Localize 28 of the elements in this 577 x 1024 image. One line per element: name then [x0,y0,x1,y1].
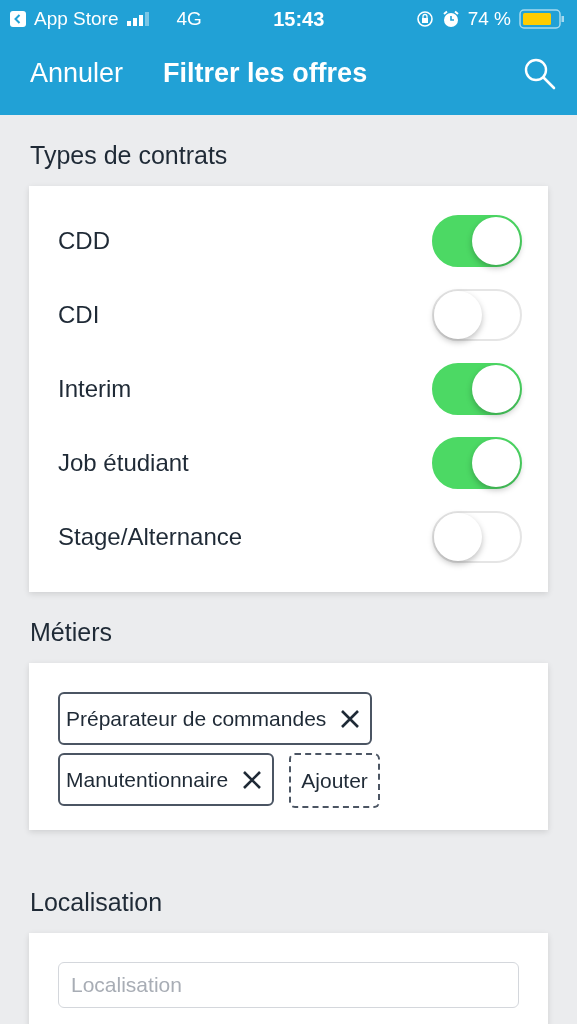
contract-label: Stage/Alternance [58,523,243,551]
toggle-switch[interactable] [432,363,522,415]
alarm-icon [441,10,460,28]
search-icon [523,56,557,91]
section-heading: Types de contrats [29,140,229,171]
remove-icon [340,708,361,729]
location-field[interactable]: Localisation [58,962,519,1008]
back-icon [10,11,26,27]
rotation-lock-icon [415,10,434,28]
section-heading: Métiers [29,617,113,648]
job-tag[interactable]: Préparateur de commandes [58,692,373,745]
toggle-switch[interactable] [432,215,522,267]
toggle-switch[interactable] [432,437,522,489]
page-title: Filtrer les offres [163,58,369,89]
tag-label: Préparateur de commandes [66,706,327,731]
battery-icon [519,9,565,29]
contract-label: CDI [58,301,100,329]
section-heading: Localisation [29,887,164,918]
network-label: 4G [176,8,202,30]
contract-label: Job étudiant [58,449,189,477]
clock: 15:43 [273,7,325,31]
contract-label: CDD [58,227,110,255]
remove-icon [242,769,263,790]
contract-label: Interim [58,375,132,403]
battery-percent: 74 % [467,8,511,30]
add-button[interactable]: Ajouter [289,753,380,808]
tag-label: Manutentionnaire [66,767,229,792]
job-tag[interactable]: Manutentionnaire [58,753,275,806]
